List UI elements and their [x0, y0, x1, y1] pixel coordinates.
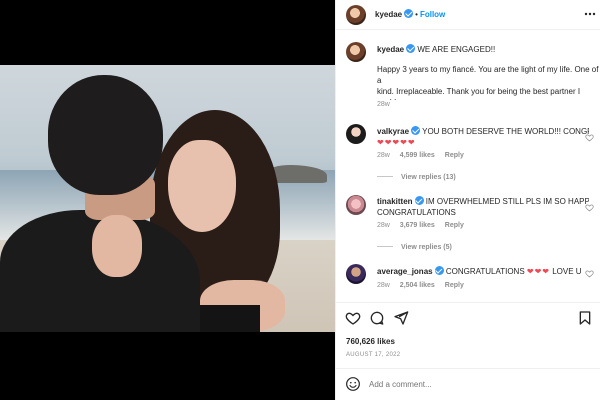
caption-age: 28w — [377, 101, 390, 108]
comment-text-after: LOVE U — [552, 267, 582, 276]
comment-likes[interactable]: 3,679 likes — [400, 222, 435, 229]
caption-avatar[interactable] — [346, 42, 366, 62]
header-divider — [336, 29, 600, 30]
photo-man-head — [48, 75, 163, 195]
caption-title-line: kyedae WE ARE ENGAGED!! — [377, 44, 495, 55]
comment-icon[interactable] — [369, 310, 385, 326]
comment-age: 28w — [377, 282, 390, 289]
comment-meta: 28w 4,599 likes Reply — [377, 152, 472, 159]
comment-tinakitten: tinakitten IM OVERWHELMED STILL PLS IM S… — [377, 196, 589, 207]
share-icon[interactable] — [393, 310, 409, 326]
comment-text: CONGRATULATIONS — [445, 267, 525, 276]
header-user: kyedae • Follow — [375, 9, 445, 20]
reply-button[interactable]: Reply — [445, 222, 464, 229]
photo-hand — [92, 215, 142, 277]
media-panel — [0, 0, 335, 400]
comment-meta: 28w 2,504 likes Reply — [377, 282, 472, 289]
instagram-post-view: kyedae • Follow kyedae WE ARE ENGAGED!! Ha… — [0, 0, 600, 400]
caption-text: Happy 3 years to my fiancé. You are the … — [377, 65, 599, 100]
reply-button[interactable]: Reply — [445, 152, 464, 159]
comment-avatar-valkyrae[interactable] — [346, 124, 366, 144]
bookmark-icon[interactable] — [577, 310, 593, 326]
verified-badge-icon — [414, 196, 424, 205]
view-replies-tinakitten[interactable]: View replies (5) — [377, 242, 452, 251]
username[interactable]: kyedae — [375, 10, 402, 19]
post-date: AUGUST 17, 2022 — [346, 352, 401, 358]
comment-likes[interactable]: 2,504 likes — [400, 282, 435, 289]
post-sidebar: kyedae • Follow kyedae WE ARE ENGAGED!! Ha… — [335, 0, 600, 400]
post-header: kyedae • Follow — [336, 0, 600, 30]
emoji-icon[interactable] — [345, 376, 361, 392]
verified-badge-icon — [411, 126, 421, 135]
comment-like-heart-icon[interactable] — [585, 269, 594, 278]
comment-age: 28w — [377, 222, 390, 229]
comment-age: 28w — [377, 152, 390, 159]
more-options-icon[interactable] — [584, 8, 596, 20]
comment-username[interactable]: valkyrae — [377, 127, 409, 136]
view-replies-label[interactable]: View replies (13) — [401, 174, 456, 181]
replies-line — [377, 246, 393, 248]
caption-username[interactable]: kyedae — [377, 45, 404, 54]
comment-avatar-tinakitten[interactable] — [346, 195, 366, 215]
view-replies-label[interactable]: View replies (5) — [401, 244, 452, 251]
verified-badge-icon — [406, 44, 416, 53]
comment-username[interactable]: average_jonas — [377, 267, 433, 276]
replies-line — [377, 176, 393, 178]
comment-text: YOU BOTH DESERVE THE WORLD!!! CONGRATS!!… — [422, 127, 589, 136]
verified-badge-icon — [404, 9, 414, 18]
comment-valkyrae: valkyrae YOU BOTH DESERVE THE WORLD!!! C… — [377, 126, 589, 137]
comment-text-line2: CONGRATULATIONS — [377, 208, 456, 217]
photo-woman-face — [168, 140, 236, 232]
comment-like-heart-icon[interactable] — [585, 203, 594, 212]
reply-button[interactable]: Reply — [445, 282, 464, 289]
actions-divider — [336, 302, 600, 303]
comment-average-jonas: average_jonas CONGRATULATIONS ❤❤❤ LOVE U — [377, 266, 589, 277]
comment-text: IM OVERWHELMED STILL PLS IM SO HAPPY — [425, 197, 589, 206]
comment-like-heart-icon[interactable] — [585, 133, 594, 142]
separator: • — [415, 10, 418, 19]
comment-box-divider — [336, 368, 600, 369]
comment-likes[interactable]: 4,599 likes — [400, 152, 435, 159]
comment-avatar-average-jonas[interactable] — [346, 264, 366, 284]
avatar[interactable] — [346, 5, 366, 25]
post-photo[interactable] — [0, 65, 335, 332]
comment-hearts: ❤❤❤ — [526, 267, 550, 276]
comment-meta: 28w 3,679 likes Reply — [377, 222, 472, 229]
likes-count[interactable]: 760,626 likes — [346, 336, 395, 347]
add-comment-input[interactable] — [369, 377, 544, 391]
comment-username[interactable]: tinakitten — [377, 197, 413, 206]
verified-badge-icon — [434, 266, 444, 275]
heart-icon[interactable] — [345, 310, 361, 326]
comment-hearts: ❤❤❤❤❤ — [377, 138, 416, 147]
view-replies-valkyrae[interactable]: View replies (13) — [377, 172, 456, 181]
follow-button[interactable]: Follow — [420, 10, 445, 19]
caption-title: WE ARE ENGAGED!! — [417, 45, 496, 54]
